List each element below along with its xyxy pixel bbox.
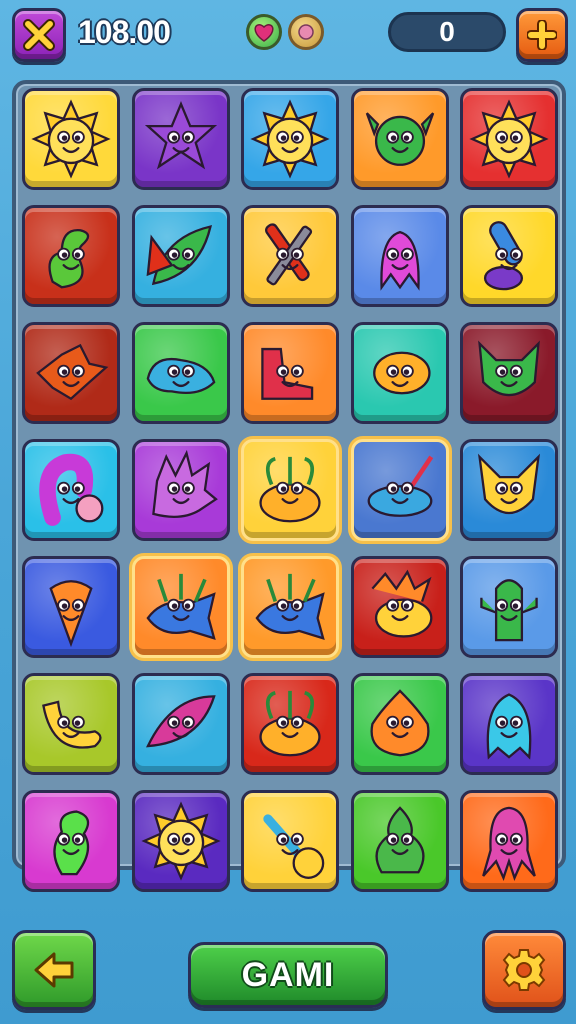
tile-plant-bug[interactable] <box>241 439 339 541</box>
tile-puffer-fish[interactable] <box>350 322 449 424</box>
dinosaur-icon <box>48 229 90 289</box>
hedgehog-icon <box>151 449 218 519</box>
top-bar: 108.00 0 <box>0 0 576 76</box>
tile-banana-creature[interactable] <box>22 673 120 775</box>
tile-crossed-tools[interactable] <box>241 205 339 307</box>
fox-fish-icon <box>36 343 109 401</box>
bone-bug-icon <box>263 814 325 879</box>
arrow-left-icon <box>34 952 74 988</box>
gear-icon <box>502 949 546 991</box>
close-button[interactable] <box>12 8 66 62</box>
tile-magnifier-snail[interactable] <box>460 205 558 307</box>
tile-leaf-bird[interactable] <box>131 673 230 775</box>
score-display: 108.00 <box>78 14 171 50</box>
tile-carrot[interactable] <box>22 556 120 658</box>
tile-cactus-creature[interactable] <box>460 556 558 658</box>
back-button[interactable] <box>12 930 96 1010</box>
tile-flame-face[interactable] <box>350 673 449 775</box>
tile-snake-spiral[interactable] <box>22 439 120 541</box>
tile-pink-creature[interactable] <box>350 205 449 307</box>
game-button-label: GAMI <box>241 955 335 994</box>
plant-bug-icon <box>259 690 321 757</box>
close-x-icon <box>23 19 55 51</box>
settings-button[interactable] <box>482 930 566 1010</box>
seahorse-icon <box>53 810 90 876</box>
banana-creature-icon <box>42 700 102 749</box>
tile-ghost-creature[interactable] <box>460 673 558 775</box>
plant-fish-icon <box>255 573 325 640</box>
cat-face-icon <box>478 340 540 397</box>
tile-sun-face[interactable] <box>460 88 558 190</box>
tile-fox-fish[interactable] <box>22 322 120 424</box>
pear-creature-icon <box>374 806 425 874</box>
tile-boot-tool[interactable] <box>241 322 339 424</box>
tile-sun-face[interactable] <box>241 88 339 190</box>
game-button[interactable]: GAMI <box>188 942 388 1008</box>
tile-pear-creature[interactable] <box>350 790 449 892</box>
game-board <box>12 80 566 892</box>
sun-face-icon <box>250 99 330 179</box>
tile-hedgehog[interactable] <box>131 439 230 541</box>
sun-face-icon <box>140 801 221 881</box>
puffer-fish-icon <box>372 351 431 395</box>
tile-star-face[interactable] <box>131 88 230 190</box>
sun-face-icon <box>31 99 111 179</box>
tile-lion-fish[interactable] <box>350 556 449 658</box>
tile-plant-bug[interactable] <box>241 673 339 775</box>
ghost-creature-icon <box>486 693 532 760</box>
pink-creature-icon <box>379 230 420 291</box>
tile-dinosaur[interactable] <box>22 205 120 307</box>
lion-fish-icon <box>371 569 432 638</box>
coin-counter: 0 <box>388 12 506 52</box>
tile-cactus-face[interactable] <box>350 88 449 190</box>
snake-spiral-icon <box>39 453 104 526</box>
slug-icon <box>146 358 215 395</box>
star-face-icon <box>144 101 217 170</box>
boot-tool-icon <box>261 347 314 400</box>
plus-icon <box>527 20 557 50</box>
carrot-icon <box>49 580 93 648</box>
tile-plant-fish[interactable] <box>131 556 230 658</box>
tile-squid[interactable] <box>460 790 558 892</box>
cactus-creature-icon <box>480 579 538 642</box>
plant-fish-icon <box>145 573 216 640</box>
tile-bone-bug[interactable] <box>241 790 339 892</box>
add-coins-button[interactable] <box>516 8 568 62</box>
magnifier-snail-icon <box>483 221 524 291</box>
leaf-creature-icon <box>146 225 212 286</box>
tile-sun-face[interactable] <box>22 88 120 190</box>
tile-leaf-creature[interactable] <box>131 205 230 307</box>
plant-bug-icon <box>259 456 321 523</box>
narwhal-icon <box>367 455 433 517</box>
tile-sun-face[interactable] <box>131 790 230 892</box>
tile-seahorse[interactable] <box>22 790 120 892</box>
crossed-tools-icon <box>265 223 313 286</box>
squid-icon <box>482 806 536 881</box>
sun-face-icon <box>469 99 549 179</box>
gem-orb-icon[interactable] <box>288 14 324 50</box>
cactus-face-icon <box>365 112 434 166</box>
tile-cat-face[interactable] <box>460 322 558 424</box>
tile-slug[interactable] <box>131 322 230 424</box>
tile-fox-face[interactable] <box>460 439 558 541</box>
tile-plant-fish[interactable] <box>241 556 339 658</box>
fox-face-icon <box>477 453 541 514</box>
tile-narwhal[interactable] <box>350 439 449 541</box>
heart-orb-icon[interactable] <box>246 14 282 50</box>
leaf-bird-icon <box>145 695 216 748</box>
flame-face-icon <box>369 689 430 757</box>
